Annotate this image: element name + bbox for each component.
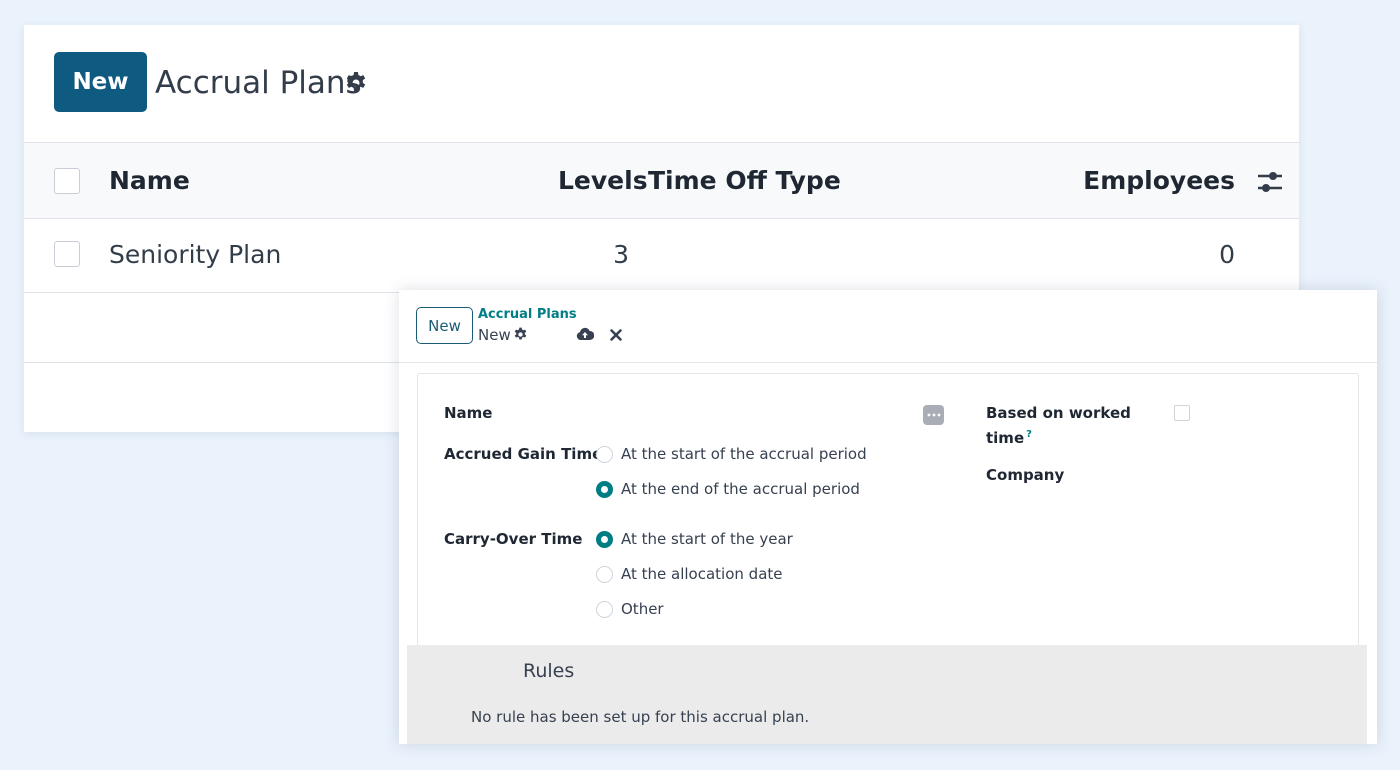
rules-section: Rules No rule has been set up for this a… [407, 645, 1367, 744]
list-control-panel: New Accrual Plans [24, 25, 1299, 143]
cell-name: Seniority Plan [109, 240, 282, 269]
carry-over-option-other[interactable]: Other [596, 598, 664, 620]
radio-label: At the start of the year [621, 530, 793, 548]
breadcrumb-parent-link[interactable]: Accrual Plans [478, 307, 577, 322]
column-header-levels[interactable]: Levels [558, 143, 648, 219]
form-control-panel: New Accrual Plans New [399, 290, 1377, 363]
column-header-employees[interactable]: Employees [1083, 143, 1235, 219]
accrued-gain-time-label: Accrued Gain Time [444, 445, 603, 463]
carry-over-option-allocation-date[interactable]: At the allocation date [596, 563, 783, 585]
gear-icon[interactable] [513, 327, 528, 342]
radio-button[interactable] [596, 600, 613, 618]
select-all-checkbox[interactable] [54, 168, 80, 194]
based-on-worked-time-checkbox[interactable] [1174, 405, 1190, 421]
table-row[interactable]: Seniority Plan 3 0 [24, 219, 1299, 293]
rules-title: Rules [523, 660, 575, 682]
based-on-worked-time-label-line2: time [986, 429, 1025, 447]
carry-over-time-label: Carry-Over Time [444, 530, 583, 548]
radio-button[interactable] [596, 445, 613, 463]
help-tooltip-icon[interactable]: ? [1026, 429, 1032, 440]
name-label: Name [444, 404, 493, 422]
based-on-worked-time-label: Based on worked time? [986, 402, 1131, 449]
cell-employees: 0 [1219, 240, 1235, 269]
radio-label: At the allocation date [621, 565, 783, 583]
accrued-gain-time-option-end[interactable]: At the end of the accrual period [596, 478, 860, 500]
carry-over-option-start-of-year[interactable]: At the start of the year [596, 528, 793, 550]
company-label: Company [986, 466, 1065, 484]
radio-label: At the start of the accrual period [621, 445, 867, 463]
radio-button[interactable] [596, 565, 613, 583]
save-cloud-icon[interactable] [576, 326, 595, 342]
cell-levels: 3 [613, 240, 629, 269]
radio-button-checked[interactable] [596, 480, 613, 498]
gear-icon[interactable] [344, 71, 368, 95]
accrual-plan-form-view: New Accrual Plans New Name Accrued Gain … [399, 290, 1377, 744]
rules-empty-message: No rule has been set up for this accrual… [471, 708, 810, 726]
radio-label: At the end of the accrual period [621, 480, 860, 498]
radio-label: Other [621, 600, 664, 618]
table-header: Name Levels Time Off Type Employees [24, 143, 1299, 219]
breadcrumb-current: New [478, 326, 511, 344]
column-header-name[interactable]: Name [109, 143, 190, 219]
more-options-icon[interactable] [923, 405, 944, 425]
optional-columns-icon[interactable] [1256, 169, 1284, 195]
radio-button-checked[interactable] [596, 530, 613, 548]
column-header-time-off-type[interactable]: Time Off Type [648, 143, 841, 219]
page-title: Accrual Plans [155, 65, 362, 101]
new-record-button[interactable]: New [416, 307, 473, 344]
row-checkbox[interactable] [54, 241, 80, 267]
discard-close-icon[interactable] [609, 327, 623, 341]
accrued-gain-time-option-start[interactable]: At the start of the accrual period [596, 443, 867, 465]
based-on-worked-time-label-line1: Based on worked [986, 404, 1131, 422]
new-accrual-plan-button[interactable]: New [54, 52, 147, 112]
